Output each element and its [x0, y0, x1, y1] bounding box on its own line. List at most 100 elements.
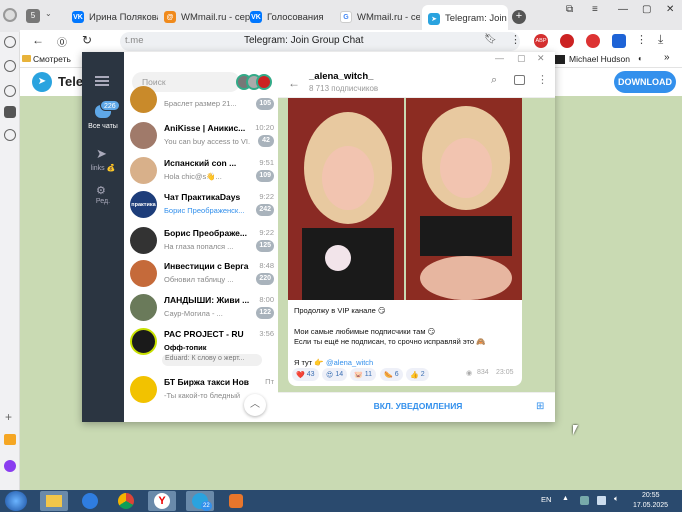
- channel-name[interactable]: _alena_witch_: [309, 71, 373, 82]
- download-button[interactable]: DOWNLOAD: [614, 71, 676, 93]
- tab-wmmail-2[interactable]: G WMmail.ru - серв: [334, 6, 420, 28]
- folder-label: links 💰: [90, 165, 116, 172]
- folder-edit[interactable]: ⚙︎ Ред.: [82, 182, 124, 212]
- notifications-bar: ВКЛ. УВЕДОМЛЕНИЯ ⊞: [278, 392, 555, 422]
- reload-icon[interactable]: ↻: [82, 33, 92, 47]
- chat-row-3[interactable]: практика Чат ПрактикаDays 9:22 Борис Пре…: [124, 189, 278, 223]
- chat-row-4[interactable]: Борис Преображе... 9:22 На глаза попался…: [124, 225, 278, 259]
- clock-time[interactable]: 20:55: [642, 492, 660, 499]
- collections-icon[interactable]: ⧉: [566, 4, 573, 15]
- extensions-menu-icon[interactable]: ⋮: [636, 33, 647, 46]
- sidebar-icon-4[interactable]: [4, 129, 16, 141]
- alice-icon[interactable]: [4, 460, 16, 472]
- maximize-icon[interactable]: ▢: [642, 4, 651, 15]
- network-icon[interactable]: [597, 496, 606, 505]
- sidebar-toggle-icon[interactable]: [514, 75, 525, 85]
- reaction-thumbs[interactable]: 👍 2: [406, 368, 429, 381]
- folder-links[interactable]: ➤ links 💰: [82, 144, 124, 180]
- post-photo-1[interactable]: [288, 98, 404, 300]
- shield-icon[interactable]: ⓪: [57, 34, 67, 49]
- post-link[interactable]: @alena_witch: [326, 358, 373, 367]
- tab-title: Голосования: [267, 11, 324, 23]
- url-domain: t.me: [125, 35, 144, 46]
- url-field[interactable]: t.me Telegram: Join Group Chat 🔖︎: [120, 32, 520, 51]
- chat-row-2[interactable]: Испанский con ... 9:51 Hola chic@s👋... 1…: [124, 155, 278, 189]
- abp-extension-icon[interactable]: ABP: [534, 34, 548, 48]
- reaction-love[interactable]: 😍 14: [322, 368, 348, 381]
- avatar: практика: [130, 191, 157, 218]
- telegram-taskbar-icon[interactable]: 22: [186, 491, 214, 511]
- downloads-icon[interactable]: ⤓: [658, 32, 663, 47]
- volume-icon[interactable]: 🔈︎: [614, 494, 619, 504]
- maximize-icon[interactable]: ▢: [517, 53, 526, 64]
- tray-up-icon[interactable]: ▲: [562, 495, 569, 502]
- folder-label: Ред.: [95, 198, 111, 205]
- bookmark-extra-icon[interactable]: ◐: [638, 54, 643, 63]
- vk-icon: VK: [72, 11, 84, 23]
- extension-icon-3[interactable]: [586, 34, 600, 48]
- close-icon[interactable]: ✕: [537, 53, 545, 64]
- chrome-icon[interactable]: [112, 491, 140, 511]
- tab-telegram-active[interactable]: ➤ Telegram: Join ✕: [422, 5, 508, 32]
- extension-icon-2[interactable]: [560, 34, 574, 48]
- chat-row-6[interactable]: ЛАНДЫШИ: Живи ... 8:00 Саур-Могила - ...…: [124, 292, 278, 326]
- unread-badge: 109: [256, 170, 274, 182]
- vk-icon: VK: [250, 11, 262, 23]
- scroll-up-button[interactable]: ︿: [244, 394, 266, 416]
- back-arrow-icon[interactable]: ←: [288, 76, 300, 90]
- tab-wmmail-1[interactable]: @ WMmail.ru - серв: [158, 6, 250, 28]
- more-menu-icon[interactable]: ⋮: [510, 33, 521, 46]
- enable-notifications-button[interactable]: ВКЛ. УВЕДОМЛЕНИЯ: [358, 401, 478, 411]
- yandex-browser-icon[interactable]: Y: [148, 491, 176, 511]
- tab-counter[interactable]: 5: [26, 9, 40, 23]
- avatar: [130, 122, 157, 149]
- bookmarks-more-icon[interactable]: »: [664, 52, 670, 63]
- tab-vk-irina[interactable]: VK Ирина Полякова: [66, 6, 158, 28]
- more-options-icon[interactable]: ⋮: [537, 73, 548, 86]
- post-line-1: Продолжу в VIP канале 😏: [294, 306, 386, 315]
- chat-row-1[interactable]: AniKisse | Аникис... 10:20 You can buy a…: [124, 120, 278, 154]
- reaction-hotdog[interactable]: 🌭 6: [380, 368, 403, 381]
- bookmark-michael[interactable]: Michael Hudson: [569, 54, 630, 64]
- explorer-icon[interactable]: [40, 491, 68, 511]
- wm-icon: @: [164, 11, 176, 23]
- menu-icon[interactable]: [95, 76, 109, 86]
- minimize-icon[interactable]: —: [495, 53, 504, 63]
- back-icon[interactable]: ←: [32, 33, 44, 47]
- language-indicator[interactable]: EN: [541, 495, 551, 504]
- mail-icon[interactable]: [4, 434, 16, 445]
- network-globe-icon[interactable]: [76, 491, 104, 511]
- reaction-pig[interactable]: 🐷 11: [350, 368, 376, 381]
- tab-vk-votes[interactable]: VK Голосования: [244, 6, 334, 28]
- chat-row-5[interactable]: Инвестиции с Верга 8:48 Обновил таблицу …: [124, 258, 278, 292]
- bookmark-smotret[interactable]: Смотреть: [33, 54, 71, 64]
- tab-list-chevron-icon[interactable]: ⌄: [45, 9, 52, 18]
- extension-icon-4[interactable]: [612, 34, 626, 48]
- bookmark-icon[interactable]: 🔖︎: [484, 34, 497, 45]
- tray-app-icon[interactable]: [580, 496, 589, 505]
- bookmarks-icon[interactable]: ≡: [592, 4, 598, 15]
- chat-row-0[interactable]: Браслет размер 21... 105: [124, 86, 278, 116]
- new-tab-button[interactable]: +: [512, 10, 526, 24]
- unread-badge: 125: [256, 240, 274, 252]
- folder-all-chats[interactable]: 226 Все чаты: [82, 100, 124, 138]
- chat-row-7[interactable]: PAC PROJECT - RU 3:56 Офф-топик Eduard: …: [124, 326, 278, 374]
- chat-name: Борис Преображе...: [164, 228, 247, 238]
- clock-date[interactable]: 17.05.2025: [633, 502, 668, 509]
- gift-icon[interactable]: ⊞: [536, 401, 544, 412]
- media-player-icon[interactable]: [222, 491, 250, 511]
- close-window-icon[interactable]: ✕: [666, 4, 674, 15]
- clock-icon[interactable]: [4, 60, 16, 72]
- start-button[interactable]: [5, 491, 27, 511]
- stories-avatars[interactable]: [236, 74, 274, 90]
- download-icon[interactable]: [4, 85, 16, 97]
- plus-icon[interactable]: +: [5, 410, 12, 424]
- app-icon-5[interactable]: [4, 106, 16, 118]
- history-icon[interactable]: [4, 36, 16, 48]
- reaction-heart[interactable]: ❤️ 43: [292, 368, 319, 381]
- search-icon[interactable]: ⌕: [491, 74, 497, 87]
- page-title-display: Telegram: Join Group Chat: [244, 35, 364, 46]
- minimize-icon[interactable]: —: [618, 4, 628, 15]
- send-icon: ➤: [96, 146, 107, 161]
- post-photo-2[interactable]: [406, 98, 522, 300]
